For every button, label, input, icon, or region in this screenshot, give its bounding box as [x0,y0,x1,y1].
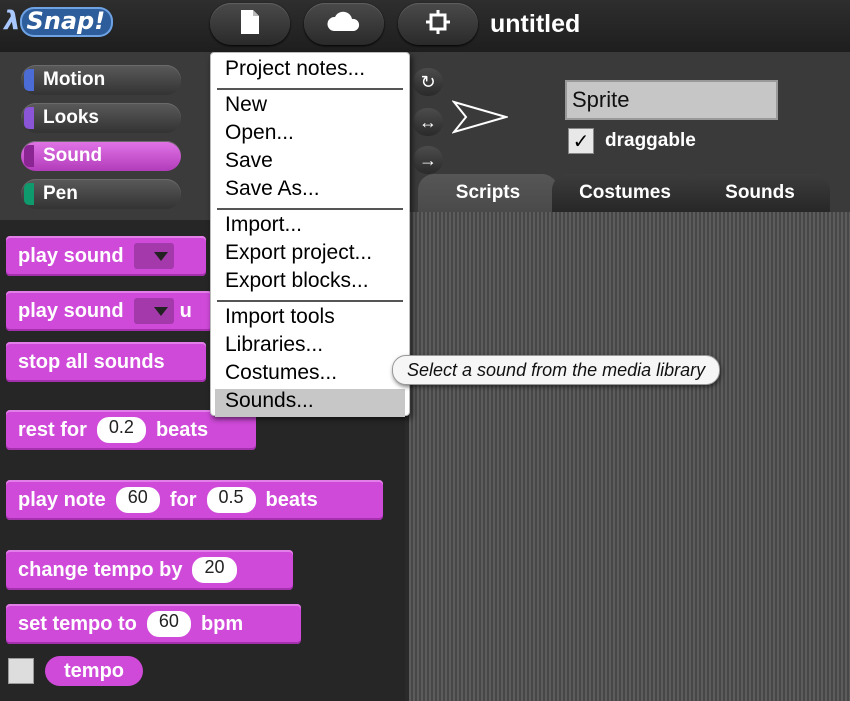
block-change-tempo[interactable]: change tempo by 20 [6,550,293,590]
menu-item-export-project[interactable]: Export project... [211,241,409,269]
menu-separator [217,208,403,210]
menu-item-libraries[interactable]: Libraries... [211,333,409,361]
category-swatch [24,145,34,167]
category-label: Motion [43,69,106,90]
sound-dropdown[interactable] [133,298,174,324]
category-label: Pen [43,183,78,204]
category-swatch [24,183,34,205]
tab-label: Costumes [579,182,671,203]
block-set-tempo[interactable]: set tempo to 60 bpm [6,604,301,644]
category-pen[interactable]: Pen [21,179,181,209]
block-text: play note [18,488,106,511]
tempo-change-input[interactable]: 20 [192,557,237,583]
scripts-area[interactable] [405,212,850,701]
file-menu: Project notes... New Open... Save Save A… [210,52,410,417]
sound-dropdown[interactable] [133,243,174,269]
menu-item-save[interactable]: Save [211,149,409,177]
block-text: play sound [18,299,124,322]
tempo-input[interactable]: 60 [146,611,191,637]
block-text: rest for [18,418,87,441]
menu-separator [217,300,403,302]
category-label: Sound [43,145,103,166]
menu-item-costumes[interactable]: Costumes... [211,361,409,389]
draggable-checkbox[interactable]: ✓ [568,128,594,154]
menu-item-project-notes[interactable]: Project notes... [211,57,409,85]
block-play-sound-until-done[interactable]: play sound u [6,291,212,331]
top-bar: λ Snap! untitled [0,0,850,52]
logo-lambda: λ [4,6,21,36]
menu-item-export-blocks[interactable]: Export blocks... [211,269,409,297]
note-input[interactable]: 60 [115,487,160,513]
beats-input[interactable]: 0.5 [206,487,256,513]
block-text: beats [265,488,318,511]
menu-tooltip: Select a sound from the media library [392,355,721,385]
menu-separator [217,88,403,90]
rotation-style-flip-icon[interactable]: ↔ [413,108,443,136]
snap-logo[interactable]: λ Snap! [4,6,114,40]
cloud-button[interactable] [304,3,384,45]
sprite-name-input[interactable]: Sprite [565,80,778,120]
sprite-arrow-icon [452,100,508,134]
block-text: change tempo by [18,558,183,581]
menu-item-import[interactable]: Import... [211,213,409,241]
rotation-style-none-icon[interactable]: → [413,146,443,174]
block-text: set tempo to [18,612,137,635]
category-sound[interactable]: Sound [21,141,181,171]
block-play-sound[interactable]: play sound [6,236,206,276]
project-title: untitled [490,10,581,38]
tempo-watcher-checkbox[interactable] [8,658,34,684]
menu-item-import-tools[interactable]: Import tools [211,305,409,333]
category-swatch [24,69,34,91]
block-text: u [179,299,192,322]
tab-scripts[interactable]: Scripts [418,174,558,212]
menu-item-save-as[interactable]: Save As... [211,177,409,205]
block-play-note[interactable]: play note 60 for 0.5 beats [6,480,383,520]
block-text: play sound [18,244,124,267]
block-stop-all-sounds[interactable]: stop all sounds [6,342,206,382]
settings-button[interactable] [398,3,478,45]
file-menu-button[interactable] [210,3,290,45]
gear-icon [424,8,452,41]
block-text: for [169,488,197,511]
menu-item-new[interactable]: New [211,93,409,121]
tab-sounds[interactable]: Sounds [690,174,830,212]
tab-label: Sounds [725,182,795,203]
menu-item-sounds[interactable]: Sounds... [215,389,405,417]
logo-text: Snap! [20,7,114,37]
block-tempo-reporter[interactable]: tempo [45,656,143,686]
rotation-style-rotate-icon[interactable]: ↻ [413,68,443,96]
tab-label: Scripts [455,182,521,203]
category-motion[interactable]: Motion [21,65,181,95]
file-icon [239,9,261,40]
category-label: Looks [43,107,99,128]
tab-costumes[interactable]: Costumes [552,174,698,212]
category-looks[interactable]: Looks [21,103,181,133]
block-text: bpm [200,612,244,635]
block-text: stop all sounds [18,350,165,373]
cloud-icon [326,11,362,38]
draggable-label: draggable [605,130,696,151]
beats-input[interactable]: 0.2 [96,417,146,443]
block-text: beats [155,418,209,441]
category-swatch [24,107,34,129]
menu-item-open[interactable]: Open... [211,121,409,149]
